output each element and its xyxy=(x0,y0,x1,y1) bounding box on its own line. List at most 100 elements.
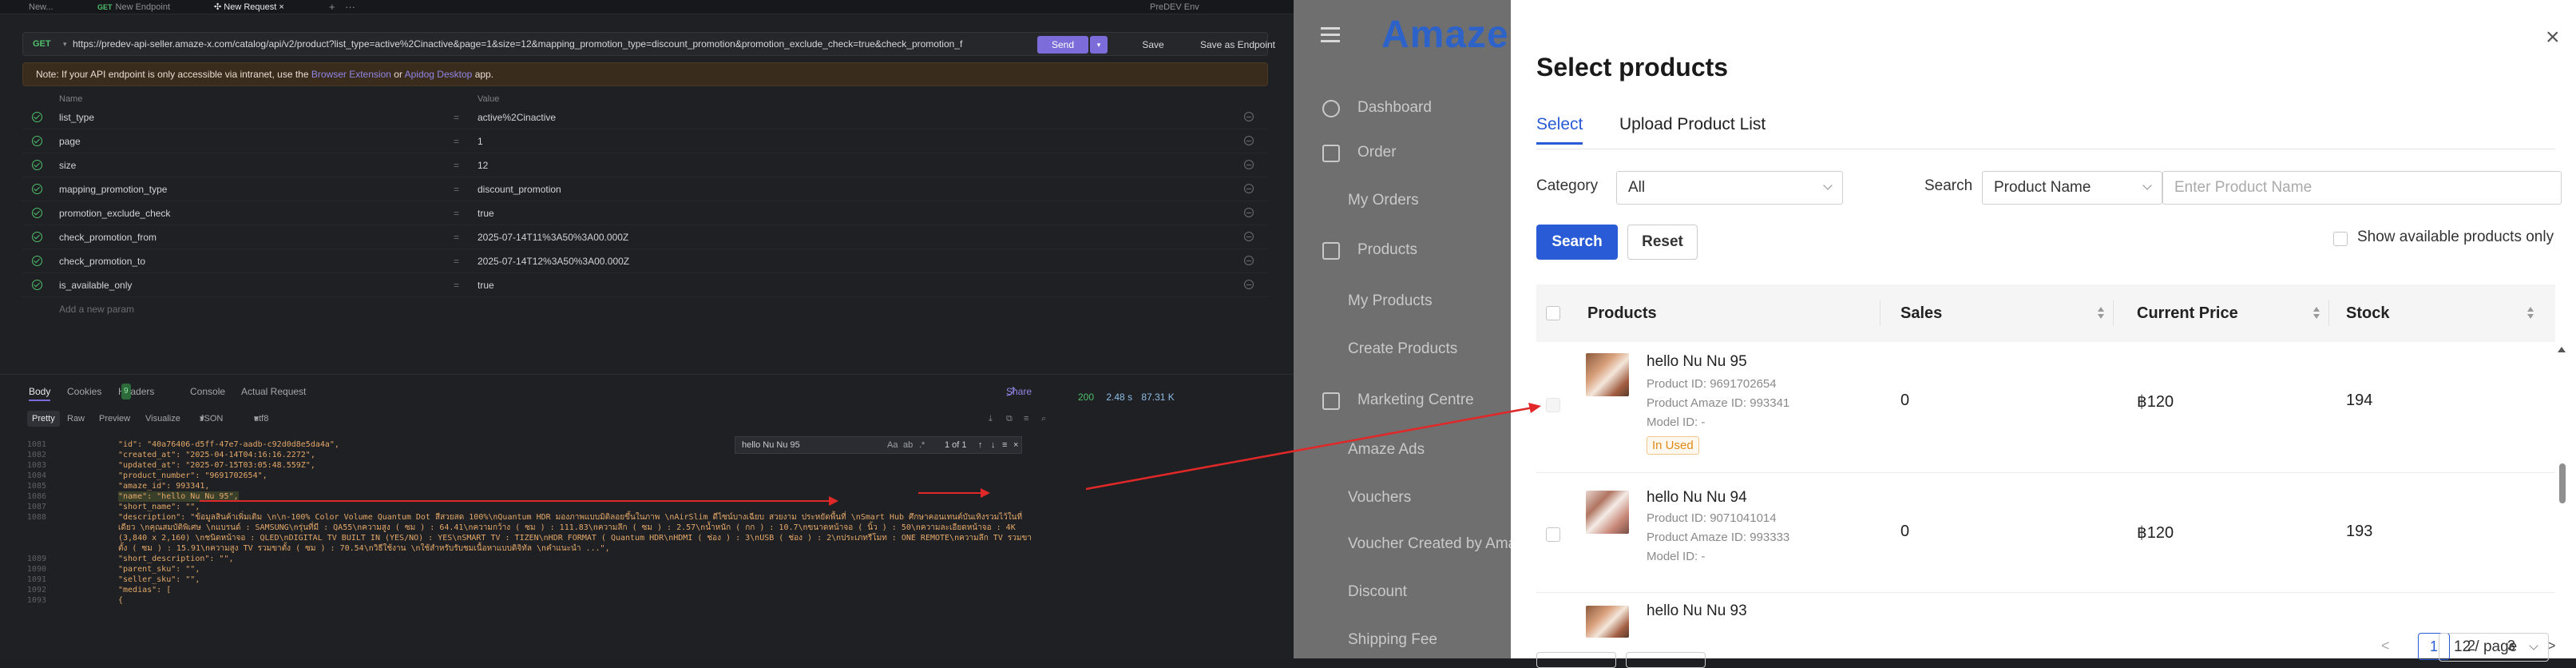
param-name[interactable]: check_promotion_to xyxy=(59,249,145,273)
param-enabled-checkbox[interactable] xyxy=(32,136,42,146)
sidebar-item-products[interactable]: Products xyxy=(1357,241,1417,259)
menu-icon[interactable] xyxy=(1321,27,1340,43)
param-value[interactable]: discount_promotion xyxy=(478,177,561,201)
scrollbar-thumb[interactable] xyxy=(2559,463,2566,503)
param-value[interactable]: 12 xyxy=(478,153,488,177)
view-preview[interactable]: Preview xyxy=(99,411,130,427)
param-name[interactable]: page xyxy=(59,129,81,153)
browser-extension-link[interactable]: Browser Extension xyxy=(311,69,391,80)
find-input[interactable]: hello Nu Nu 95 xyxy=(742,437,800,453)
sort-icon[interactable] xyxy=(2526,307,2534,320)
regex-icon[interactable]: .* xyxy=(919,437,925,453)
param-enabled-checkbox[interactable] xyxy=(32,112,42,122)
remove-param-icon[interactable] xyxy=(1244,232,1254,241)
remove-param-icon[interactable] xyxy=(1244,208,1254,217)
param-enabled-checkbox[interactable] xyxy=(32,184,42,194)
filter-icon[interactable]: ≡ xyxy=(1024,411,1028,427)
param-enabled-checkbox[interactable] xyxy=(32,160,42,170)
remove-param-icon[interactable] xyxy=(1244,280,1254,289)
encoding-selector[interactable]: utf8 ▾ xyxy=(254,411,268,427)
param-enabled-checkbox[interactable] xyxy=(32,256,42,266)
tab-select[interactable]: Select xyxy=(1536,115,1583,145)
tab-upload-product-list[interactable]: Upload Product List xyxy=(1619,115,1766,134)
save-as-endpoint-button[interactable]: Save as Endpoint xyxy=(1194,36,1282,54)
param-enabled-checkbox[interactable] xyxy=(32,208,42,218)
close-icon[interactable]: × xyxy=(1013,437,1018,453)
environment-selector[interactable]: PreDEV Env xyxy=(1150,0,1199,14)
category-select[interactable]: All xyxy=(1616,171,1843,205)
arrow-up-icon[interactable]: ↑ xyxy=(978,437,983,453)
scrollbar[interactable] xyxy=(2555,344,2568,658)
footer-button[interactable] xyxy=(1626,652,1706,668)
search-button[interactable]: Search xyxy=(1536,225,1618,260)
param-enabled-checkbox[interactable] xyxy=(32,232,42,242)
sidebar-item-amaze-ads[interactable]: Amaze Ads xyxy=(1348,441,1425,459)
close-icon[interactable]: × xyxy=(2546,24,2560,51)
add-tab-icon[interactable]: + xyxy=(329,0,335,14)
param-name[interactable]: promotion_exclude_check xyxy=(59,201,170,225)
sidebar-item-order[interactable]: Order xyxy=(1357,144,1397,161)
tab-new[interactable]: New... xyxy=(29,0,54,14)
save-button[interactable]: Save xyxy=(1117,36,1189,54)
sidebar-item-dashboard[interactable]: Dashboard xyxy=(1357,99,1432,117)
param-value[interactable]: 1 xyxy=(478,129,483,153)
param-value[interactable]: 2025-07-14T12%3A50%3A00.000Z xyxy=(478,249,629,273)
arrow-down-icon[interactable]: ↓ xyxy=(991,437,996,453)
remove-param-icon[interactable] xyxy=(1244,112,1254,121)
url-input[interactable]: https://predev-api-seller.amaze-x.com/ca… xyxy=(73,33,1023,55)
sidebar-item-my-products[interactable]: My Products xyxy=(1348,292,1433,310)
prev-page-icon[interactable]: < xyxy=(2381,638,2390,654)
sidebar-item-my-orders[interactable]: My Orders xyxy=(1348,192,1419,209)
column-stock[interactable]: Stock xyxy=(2346,284,2389,342)
footer-button[interactable] xyxy=(1536,652,1616,668)
sort-icon[interactable] xyxy=(2312,307,2320,320)
sort-icon[interactable] xyxy=(2097,307,2105,320)
select-all-checkbox[interactable] xyxy=(1546,306,1560,320)
column-sales[interactable]: Sales xyxy=(1900,284,1942,342)
sidebar-item-marketing-centre[interactable]: Marketing Centre xyxy=(1357,392,1474,409)
row-checkbox[interactable] xyxy=(1546,527,1560,542)
chevron-down-icon[interactable]: ▾ xyxy=(63,33,67,55)
param-value[interactable]: true xyxy=(478,273,494,297)
param-name[interactable]: is_available_only xyxy=(59,273,132,297)
scroll-up-icon[interactable] xyxy=(2558,347,2566,352)
param-name[interactable]: size xyxy=(59,153,76,177)
remove-param-icon[interactable] xyxy=(1244,256,1254,265)
view-pretty[interactable]: Pretty xyxy=(27,411,60,427)
download-icon[interactable]: ⤓ xyxy=(989,411,993,427)
tab-cookies[interactable]: Cookies xyxy=(67,384,101,400)
remove-param-icon[interactable] xyxy=(1244,184,1254,193)
tab-body[interactable]: Body xyxy=(29,384,51,401)
column-current-price[interactable]: Current Price xyxy=(2137,284,2238,342)
sidebar-item-vouchers[interactable]: Vouchers xyxy=(1348,489,1411,507)
sidebar-item-create-products[interactable]: Create Products xyxy=(1348,340,1457,358)
sidebar-item-shipping-fee[interactable]: Shipping Fee xyxy=(1348,631,1437,649)
page-size-select[interactable]: 12 / page xyxy=(2439,633,2549,662)
method-selector[interactable]: GET xyxy=(33,33,51,55)
view-raw[interactable]: Raw xyxy=(67,411,85,427)
search-icon[interactable]: ⌕ xyxy=(1041,411,1046,427)
available-only-checkbox[interactable] xyxy=(2333,232,2348,246)
send-button[interactable]: Send xyxy=(1037,36,1088,54)
param-value[interactable]: true xyxy=(478,201,494,225)
tab-new-request[interactable]: ✣ New Request × xyxy=(214,0,284,14)
copy-icon[interactable]: ⧉ xyxy=(1006,411,1013,427)
reset-button[interactable]: Reset xyxy=(1627,225,1698,260)
search-field-select[interactable]: Product Name xyxy=(1982,171,2162,205)
add-param-input[interactable]: Add a new param xyxy=(22,297,1268,321)
close-icon[interactable]: × xyxy=(279,2,283,12)
param-name[interactable]: mapping_promotion_type xyxy=(59,177,167,201)
param-value[interactable]: 2025-07-14T11%3A50%3A00.000Z xyxy=(478,225,628,249)
remove-param-icon[interactable] xyxy=(1244,136,1254,145)
tab-new-endpoint[interactable]: GET New Endpoint xyxy=(97,0,170,14)
send-options-chevron-icon[interactable]: ▾ xyxy=(1090,36,1108,54)
param-name[interactable]: list_type xyxy=(59,105,94,129)
tab-actual-request[interactable]: Actual Request xyxy=(241,384,306,400)
match-case-icon[interactable]: Aa xyxy=(887,437,898,453)
find-in-selection-icon[interactable]: ≡ xyxy=(1002,437,1007,453)
tab-console[interactable]: Console xyxy=(190,384,225,400)
whole-word-icon[interactable]: ab xyxy=(903,437,913,453)
product-name-input[interactable]: Enter Product Name xyxy=(2162,171,2562,205)
format-selector[interactable]: JSON ▾ xyxy=(200,411,223,427)
more-tabs-icon[interactable]: ··· xyxy=(345,0,355,14)
